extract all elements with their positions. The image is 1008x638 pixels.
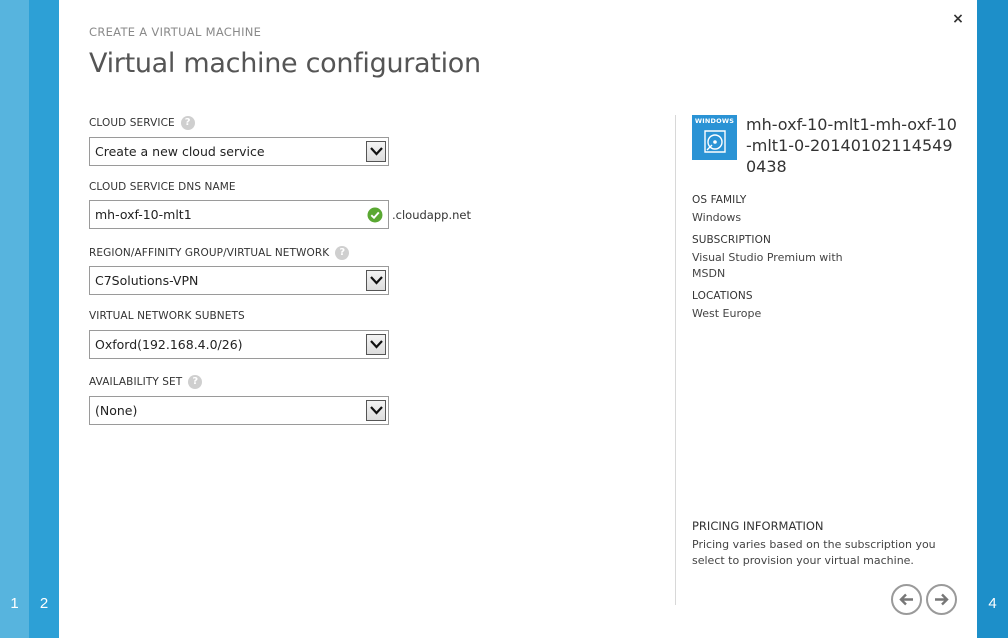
step-number-1: 1 xyxy=(10,595,19,612)
windows-disc-icon xyxy=(704,130,726,153)
check-circle-icon xyxy=(367,207,383,223)
dns-name-label: CLOUD SERVICE DNS NAME xyxy=(89,181,236,193)
step-number-4: 4 xyxy=(988,595,997,612)
subscription-value: Visual Studio Premium with MSDN xyxy=(692,251,843,280)
arrow-right-icon xyxy=(935,593,949,606)
step-number-2: 2 xyxy=(39,595,49,612)
cloud-service-select[interactable]: Create a new cloud service xyxy=(89,137,389,166)
subscription-key: SUBSCRIPTION xyxy=(692,234,771,246)
back-button[interactable] xyxy=(891,584,922,615)
region-value: C7Solutions-VPN xyxy=(95,273,199,288)
help-icon[interactable]: ? xyxy=(335,246,350,260)
chevron-down-icon[interactable] xyxy=(366,270,386,291)
os-tile-label: WINDOWS xyxy=(694,117,735,125)
cloud-service-label-text: CLOUD SERVICE xyxy=(89,117,175,129)
cloud-service-value: Create a new cloud service xyxy=(95,144,265,159)
dns-name-input[interactable]: mh-oxf-10-mlt1 xyxy=(89,200,389,229)
vm-name: mh-oxf-10-mlt1-mh-oxf-10-mlt1-0-20140102… xyxy=(746,115,957,176)
availability-set-label: AVAILABILITY SET ? xyxy=(89,375,203,389)
locations-value: West Europe xyxy=(692,307,762,320)
region-select[interactable]: C7Solutions-VPN xyxy=(89,266,389,295)
subnets-label: VIRTUAL NETWORK SUBNETS xyxy=(89,310,245,322)
panel-divider xyxy=(675,115,676,605)
chevron-down-icon[interactable] xyxy=(366,141,386,162)
subnets-select[interactable]: Oxford(192.168.4.0/26) xyxy=(89,330,389,359)
subnets-label-text: VIRTUAL NETWORK SUBNETS xyxy=(89,310,245,322)
os-family-value: Windows xyxy=(692,211,742,224)
locations-key: LOCATIONS xyxy=(692,290,753,302)
wizard-step-rail-2[interactable]: 2 xyxy=(29,0,59,638)
availability-set-value: (None) xyxy=(95,403,138,418)
pricing-title: PRICING INFORMATION xyxy=(692,519,824,533)
chevron-down-icon[interactable] xyxy=(366,400,386,421)
help-icon[interactable]: ? xyxy=(180,116,195,130)
close-icon[interactable]: × xyxy=(948,10,968,30)
os-tile: WINDOWS xyxy=(692,115,737,160)
pricing-text: Pricing varies based on the subscription… xyxy=(692,538,936,567)
dns-suffix: .cloudapp.net xyxy=(392,208,471,222)
dns-name-value: mh-oxf-10-mlt1 xyxy=(95,207,192,222)
wizard-step-rail-4[interactable]: 4 xyxy=(977,0,1008,638)
arrow-left-icon xyxy=(899,593,913,606)
help-icon[interactable]: ? xyxy=(188,375,203,389)
availability-set-label-text: AVAILABILITY SET xyxy=(89,376,183,388)
os-family-key: OS FAMILY xyxy=(692,194,747,206)
chevron-down-icon[interactable] xyxy=(366,334,386,355)
subnets-value: Oxford(192.168.4.0/26) xyxy=(95,337,243,352)
dns-name-label-text: CLOUD SERVICE DNS NAME xyxy=(89,181,236,193)
region-label: REGION/AFFINITY GROUP/VIRTUAL NETWORK ? xyxy=(89,246,350,260)
wizard-step-rail-1[interactable]: 1 xyxy=(0,0,29,638)
cloud-service-label: CLOUD SERVICE ? xyxy=(89,116,195,130)
availability-set-select[interactable]: (None) xyxy=(89,396,389,425)
region-label-text: REGION/AFFINITY GROUP/VIRTUAL NETWORK xyxy=(89,247,330,259)
next-button[interactable] xyxy=(926,584,957,615)
page-title: Virtual machine configuration xyxy=(89,48,481,79)
wizard-caption: CREATE A VIRTUAL MACHINE xyxy=(89,25,262,39)
